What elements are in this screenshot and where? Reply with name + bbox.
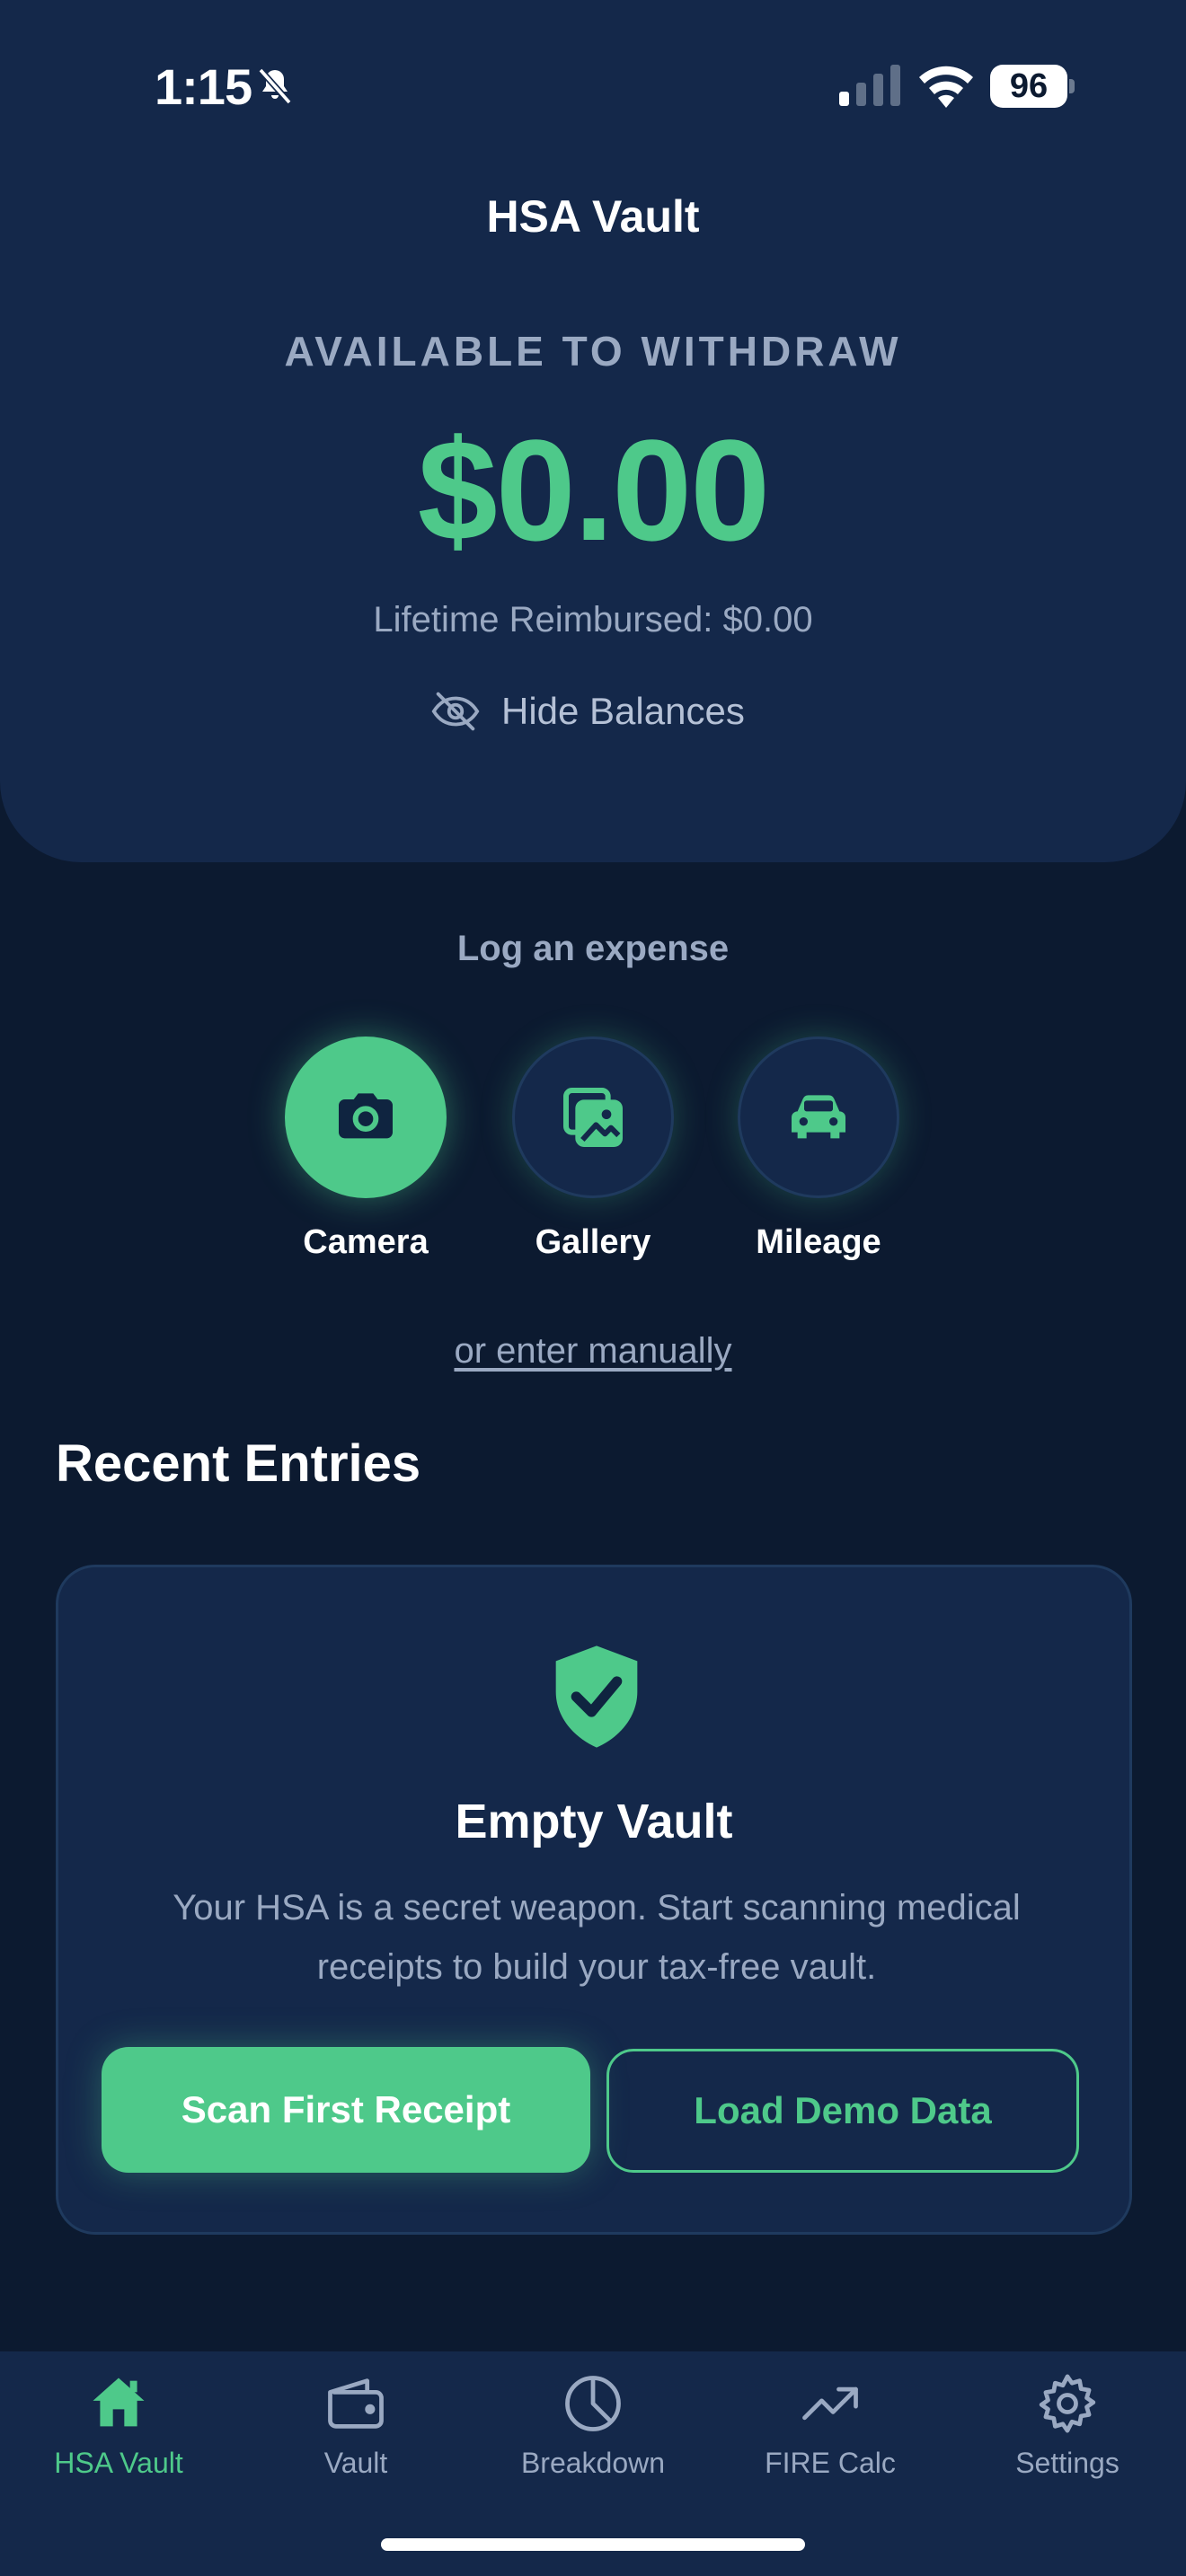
tab-label: Vault	[323, 2447, 388, 2479]
mileage-circle[interactable]	[738, 1037, 899, 1198]
battery-tip	[1069, 79, 1075, 93]
tab-label: Settings	[1015, 2447, 1120, 2479]
bell-slash-icon	[258, 67, 292, 105]
tab-label: FIRE Calc	[765, 2447, 896, 2479]
battery-icon: 96	[990, 65, 1075, 108]
gallery-button[interactable]: Gallery	[503, 1037, 683, 1262]
available-label: AVAILABLE TO WITHDRAW	[284, 328, 902, 375]
battery-level: 96	[990, 65, 1067, 108]
tab-fire-calc[interactable]: FIRE Calc	[712, 2369, 949, 2480]
empty-vault-description: Your HSA is a secret weapon. Start scann…	[173, 1888, 1021, 1987]
pie-chart-icon	[565, 2376, 621, 2431]
camera-icon	[339, 1093, 393, 1139]
eye-slash-icon	[431, 692, 480, 731]
enter-manually-link[interactable]: or enter manually	[0, 1331, 1186, 1372]
camera-circle[interactable]	[285, 1037, 447, 1198]
camera-button[interactable]: Camera	[276, 1037, 456, 1262]
home-indicator[interactable]	[381, 2538, 805, 2551]
empty-vault-title: Empty Vault	[455, 1795, 733, 1848]
shield-check-icon	[555, 1645, 638, 1748]
recent-entries-title: Recent Entries	[56, 1434, 421, 1493]
camera-label: Camera	[303, 1223, 429, 1261]
log-expense-title: Log an expense	[456, 929, 730, 968]
tab-label: HSA Vault	[54, 2447, 183, 2479]
mileage-label: Mileage	[756, 1223, 881, 1261]
empty-vault-card: Empty Vault Your HSA is a secret weapon.…	[56, 1565, 1132, 2235]
hide-balances-label: Hide Balances	[501, 690, 745, 732]
lifetime-reimbursed: Lifetime Reimbursed: $0.00	[373, 600, 813, 640]
hide-balances-button[interactable]: Hide Balances	[429, 684, 745, 738]
gear-icon	[1039, 2374, 1096, 2433]
tab-vault[interactable]: Vault	[237, 2369, 474, 2480]
gallery-icon	[563, 1088, 623, 1147]
balance-header: 1:15 96 HSA Vault AVAILABLE TO WITHDRAW …	[0, 0, 1186, 862]
app-title: HSA Vault	[486, 191, 700, 242]
car-icon	[792, 1095, 845, 1139]
home-icon	[93, 2378, 145, 2427]
wifi-icon	[919, 66, 973, 108]
available-balance: $0.00	[417, 410, 770, 570]
tab-breakdown[interactable]: Breakdown	[474, 2369, 712, 2480]
tab-label: Breakdown	[520, 2447, 666, 2479]
scan-first-receipt-button[interactable]: Scan First Receipt	[102, 2047, 590, 2173]
load-demo-data-button[interactable]: Load Demo Data	[606, 2049, 1079, 2173]
trend-up-icon	[802, 2386, 858, 2421]
signal-icon	[839, 65, 900, 106]
status-time: 1:15	[155, 58, 252, 115]
gallery-circle[interactable]	[512, 1037, 674, 1198]
tab-settings[interactable]: Settings	[949, 2369, 1186, 2480]
tab-hsa-vault[interactable]: HSA Vault	[0, 2369, 237, 2480]
mileage-button[interactable]: Mileage	[729, 1037, 908, 1262]
app-screen: 1:15 96 HSA Vault AVAILABLE TO WITHDRAW …	[0, 0, 1186, 2576]
gallery-label: Gallery	[535, 1223, 651, 1261]
wallet-icon	[328, 2378, 384, 2429]
